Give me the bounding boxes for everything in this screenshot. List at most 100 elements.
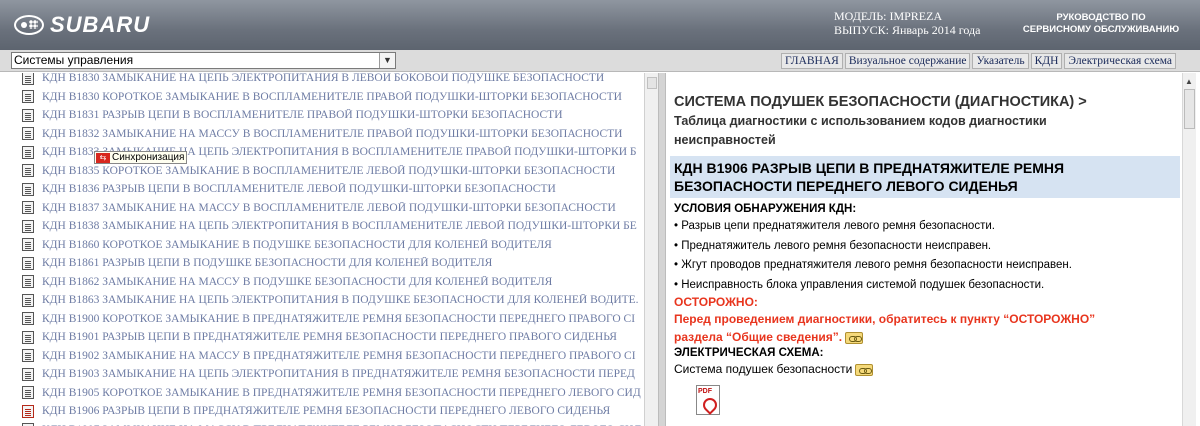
system-select-value: Системы управления bbox=[14, 53, 134, 67]
document-icon bbox=[22, 256, 34, 270]
tree-item-label: КДН B1830 КОРОТКОЕ ЗАМЫКАНИЕ В ВОСПЛАМЕН… bbox=[42, 90, 622, 103]
tree-item[interactable]: КДН B1835 КОРОТКОЕ ЗАМЫКАНИЕ В ВОСПЛАМЕН… bbox=[22, 162, 644, 181]
sync-icon: ⇆ bbox=[96, 152, 110, 163]
conditions-heading: УСЛОВИЯ ОБНАРУЖЕНИЯ КДН: bbox=[674, 203, 857, 215]
nav-wiring-diagram[interactable]: Электрическая схема bbox=[1064, 53, 1176, 69]
content-scrollbar[interactable]: ▲ bbox=[1182, 73, 1196, 426]
tree-item[interactable]: КДН B1860 КОРОТКОЕ ЗАМЫКАНИЕ В ПОДУШКЕ Б… bbox=[22, 236, 644, 255]
tree-item[interactable]: КДН B1907 ЗАМЫКАНИЕ НА МАССУ В ПРЕДНАТЯЖ… bbox=[22, 421, 644, 426]
tree-item[interactable]: КДН B1901 РАЗРЫВ ЦЕПИ В ПРЕДНАТЯЖИТЕЛЕ Р… bbox=[22, 328, 644, 347]
link-icon[interactable] bbox=[845, 331, 864, 344]
tree-item[interactable]: КДН B1836 РАЗРЫВ ЦЕПИ В ВОСПЛАМЕНИТЕЛЕ Л… bbox=[22, 180, 644, 199]
tree-item-label: КДН B1832 ЗАМЫКАНИЕ НА МАССУ В ВОСПЛАМЕН… bbox=[42, 127, 623, 140]
schema-text: Система подушек безопасности bbox=[670, 360, 1180, 378]
sync-button[interactable]: ⇆ Синхронизация bbox=[94, 151, 188, 164]
dtc-title: КДН B1906 РАЗРЫВ ЦЕПИ В ПРЕДНАТЯЖИТЕЛЕ Р… bbox=[670, 156, 1180, 198]
tree-item-label: КДН B1837 ЗАМЫКАНИЕ НА МАССУ В ВОСПЛАМЕН… bbox=[42, 201, 616, 214]
tree-item[interactable]: КДН B1862 ЗАМЫКАНИЕ НА МАССУ В ПОДУШКЕ Б… bbox=[22, 273, 644, 292]
scroll-up-icon[interactable]: ▲ bbox=[1185, 77, 1193, 86]
caution-line1: Перед проведением диагностики, обратитес… bbox=[674, 312, 1096, 326]
pdf-icon[interactable] bbox=[696, 385, 720, 415]
nav-links: ГЛАВНАЯ Визуальное содержание Указатель … bbox=[780, 53, 1176, 69]
model-info: МОДЕЛЬ: IMPREZA ВЫПУСК: Январь 2014 года bbox=[834, 9, 980, 37]
content-scrollbar-thumb[interactable] bbox=[1184, 89, 1195, 129]
document-icon bbox=[22, 90, 34, 104]
document-icon bbox=[22, 330, 34, 344]
tree-item[interactable]: КДН B1838 ЗАМЫКАНИЕ НА ЦЕПЬ ЭЛЕКТРОПИТАН… bbox=[22, 217, 644, 236]
logo-text: SUBARU bbox=[50, 12, 151, 37]
tree-item-label: КДН B1830 ЗАМЫКАНИЕ НА ЦЕПЬ ЭЛЕКТРОПИТАН… bbox=[42, 73, 605, 85]
document-icon bbox=[22, 164, 34, 178]
tree-item[interactable]: КДН B1906 РАЗРЫВ ЦЕПИ В ПРЕДНАТЯЖИТЕЛЕ Р… bbox=[22, 402, 644, 421]
document-icon bbox=[22, 182, 34, 196]
tree-item[interactable]: КДН B1905 КОРОТКОЕ ЗАМЫКАНИЕ В ПРЕДНАТЯЖ… bbox=[22, 384, 644, 403]
caution-text: Перед проведением диагностики, обратитес… bbox=[670, 310, 1180, 346]
tree-item-label: КДН B1901 РАЗРЫВ ЦЕПИ В ПРЕДНАТЯЖИТЕЛЕ Р… bbox=[42, 331, 617, 344]
condition-item: • Жгут проводов преднатяжителя левого ре… bbox=[674, 259, 1072, 271]
panel-splitter[interactable] bbox=[658, 73, 666, 426]
document-icon bbox=[22, 108, 34, 122]
tree-scrollbar[interactable] bbox=[644, 73, 658, 426]
tree-item-label: КДН B1835 КОРОТКОЕ ЗАМЫКАНИЕ В ВОСПЛАМЕН… bbox=[42, 164, 616, 177]
tree-list: КДН B1830 ЗАМЫКАНИЕ НА ЦЕПЬ ЭЛЕКТРОПИТАН… bbox=[22, 73, 644, 426]
app-header: SUBARU МОДЕЛЬ: IMPREZA ВЫПУСК: Январь 20… bbox=[0, 0, 1200, 50]
document-icon bbox=[22, 275, 34, 289]
schema-heading: ЭЛЕКТРИЧЕСКАЯ СХЕМА: bbox=[674, 347, 824, 359]
document-icon bbox=[22, 293, 34, 307]
document-icon bbox=[22, 73, 34, 85]
document-icon bbox=[22, 145, 34, 159]
document-icon bbox=[22, 127, 34, 141]
subaru-logo: SUBARU bbox=[14, 12, 150, 38]
document-icon bbox=[22, 312, 34, 326]
tree-scrollbar-thumb[interactable] bbox=[647, 77, 657, 89]
tree-item[interactable]: КДН B1837 ЗАМЫКАНИЕ НА МАССУ В ВОСПЛАМЕН… bbox=[22, 199, 644, 218]
condition-item: • Преднатяжитель левого ремня безопаснос… bbox=[674, 239, 992, 252]
model-line: МОДЕЛЬ: IMPREZA bbox=[834, 9, 943, 23]
sync-label: Синхронизация bbox=[112, 152, 185, 163]
content-panel: СИСТЕМА ПОДУШЕК БЕЗОПАСНОСТИ (ДИАГНОСТИК… bbox=[666, 73, 1200, 426]
tree-item-label: КДН B1863 ЗАМЫКАНИЕ НА ЦЕПЬ ЭЛЕКТРОПИТАН… bbox=[42, 294, 639, 307]
document-icon bbox=[22, 404, 34, 418]
manual-title: РУКОВОДСТВО ПО СЕРВИСНОМУ ОБСЛУЖИВАНИЮ bbox=[1016, 12, 1186, 36]
chevron-down-icon[interactable]: ▼ bbox=[379, 53, 395, 68]
caution-line2-text: раздела “Общие сведения”. bbox=[674, 330, 843, 344]
tree-item[interactable]: КДН B1902 ЗАМЫКАНИЕ НА МАССУ В ПРЕДНАТЯЖ… bbox=[22, 347, 644, 366]
breadcrumb-subtitle-line1: Таблица диагностики с использованием код… bbox=[674, 114, 1047, 128]
tree-item-label: КДН B1860 КОРОТКОЕ ЗАМЫКАНИЕ В ПОДУШКЕ Б… bbox=[42, 238, 552, 251]
caution-line2: раздела “Общие сведения”. bbox=[674, 328, 1180, 346]
tree-item[interactable]: КДН B1832 ЗАМЫКАНИЕ НА МАССУ В ВОСПЛАМЕН… bbox=[22, 125, 644, 144]
tree-item[interactable]: КДН B1831 РАЗРЫВ ЦЕПИ В ВОСПЛАМЕНИТЕЛЕ П… bbox=[22, 106, 644, 125]
link-icon[interactable] bbox=[855, 363, 874, 376]
breadcrumb-subtitle: Таблица диагностики с использованием код… bbox=[670, 112, 1180, 150]
tree-item-label: КДН B1862 ЗАМЫКАНИЕ НА МАССУ В ПОДУШКЕ Б… bbox=[42, 275, 553, 288]
tree-item[interactable]: КДН B1830 ЗАМЫКАНИЕ НА ЦЕПЬ ЭЛЕКТРОПИТАН… bbox=[22, 73, 644, 88]
document-content: СИСТЕМА ПОДУШЕК БЕЗОПАСНОСТИ (ДИАГНОСТИК… bbox=[670, 93, 1180, 378]
nav-visual-contents[interactable]: Визуальное содержание bbox=[844, 53, 971, 69]
toolbar: Системы управления ▼ ГЛАВНАЯ Визуальное … bbox=[0, 50, 1200, 72]
tree-item-label: КДН B1905 КОРОТКОЕ ЗАМЫКАНИЕ В ПРЕДНАТЯЖ… bbox=[42, 386, 641, 399]
schema-link-text: Система подушек безопасности bbox=[674, 362, 853, 376]
tree-panel: ⇆ Синхронизация КДН B1830 ЗАМЫКАНИЕ НА Ц… bbox=[0, 73, 658, 426]
tree-item[interactable]: КДН B1900 КОРОТКОЕ ЗАМЫКАНИЕ В ПРЕДНАТЯЖ… bbox=[22, 310, 644, 329]
tree-item[interactable]: КДН B1830 КОРОТКОЕ ЗАМЫКАНИЕ В ВОСПЛАМЕН… bbox=[22, 88, 644, 107]
tree-item[interactable]: КДН B1861 РАЗРЫВ ЦЕПИ В ПОДУШКЕ БЕЗОПАСН… bbox=[22, 254, 644, 273]
tree-item-label: КДН B1831 РАЗРЫВ ЦЕПИ В ВОСПЛАМЕНИТЕЛЕ П… bbox=[42, 109, 563, 122]
tree-item[interactable]: КДН B1903 ЗАМЫКАНИЕ НА ЦЕПЬ ЭЛЕКТРОПИТАН… bbox=[22, 365, 644, 384]
nav-dtc[interactable]: КДН bbox=[1030, 53, 1063, 69]
caution-heading: ОСТОРОЖНО: bbox=[674, 295, 758, 309]
condition-item: • Разрыв цепи преднатяжителя левого ремн… bbox=[674, 220, 995, 232]
document-icon bbox=[22, 201, 34, 215]
document-icon bbox=[22, 349, 34, 363]
breadcrumb[interactable]: СИСТЕМА ПОДУШЕК БЕЗОПАСНОСТИ (ДИАГНОСТИК… bbox=[670, 93, 1180, 112]
tree-item[interactable]: КДН B1863 ЗАМЫКАНИЕ НА ЦЕПЬ ЭЛЕКТРОПИТАН… bbox=[22, 291, 644, 310]
nav-home[interactable]: ГЛАВНАЯ bbox=[780, 53, 843, 69]
tree-item-label: КДН B1861 РАЗРЫВ ЦЕПИ В ПОДУШКЕ БЕЗОПАСН… bbox=[42, 257, 493, 270]
system-select[interactable]: Системы управления ▼ bbox=[11, 52, 396, 69]
document-icon bbox=[22, 386, 34, 400]
tree-item-label: КДН B1903 ЗАМЫКАНИЕ НА ЦЕПЬ ЭЛЕКТРОПИТАН… bbox=[42, 368, 635, 381]
nav-index[interactable]: Указатель bbox=[972, 53, 1029, 69]
breadcrumb-subtitle-line2: неисправностей bbox=[674, 133, 776, 147]
tree-item-label: КДН B1902 ЗАМЫКАНИЕ НА МАССУ В ПРЕДНАТЯЖ… bbox=[42, 349, 636, 362]
manual-title-line2: СЕРВИСНОМУ ОБСЛУЖИВАНИЮ bbox=[1022, 24, 1180, 35]
document-icon bbox=[22, 238, 34, 252]
